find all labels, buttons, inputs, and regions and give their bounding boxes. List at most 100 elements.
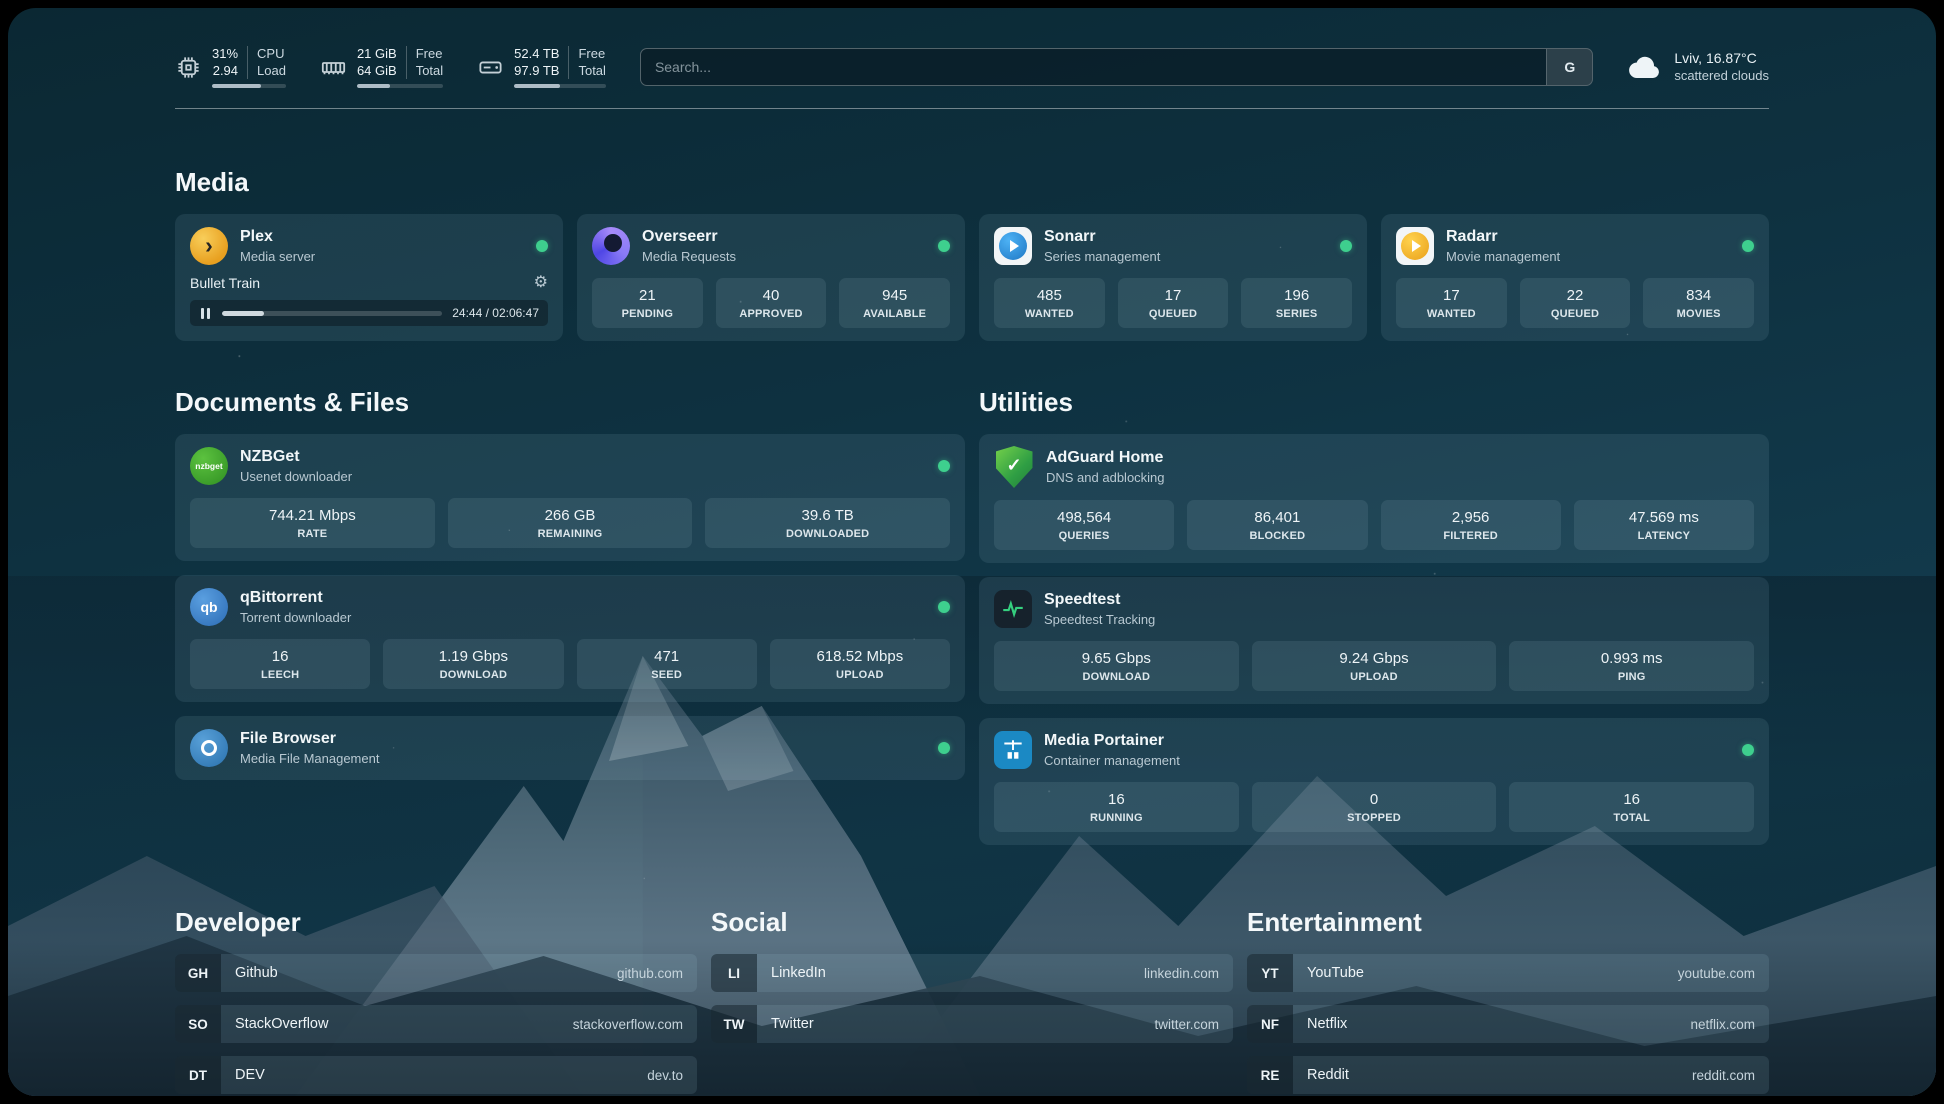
card-speedtest[interactable]: Speedtest Speedtest Tracking 9.65 Gbps D… <box>979 577 1769 704</box>
portainer-status-dot <box>1742 744 1754 756</box>
speedtest-desc: Speedtest Tracking <box>1044 612 1155 627</box>
stat-value: 471 <box>581 648 753 665</box>
bookmark-youtube[interactable]: YT YouTube youtube.com <box>1247 954 1769 992</box>
stat-label: UPLOAD <box>1256 671 1493 683</box>
stat-label: LATENCY <box>1578 530 1750 542</box>
qbittorrent-status-dot <box>938 601 950 613</box>
qbittorrent-logo-text: qb <box>200 599 217 615</box>
documents-heading: Documents & Files <box>175 387 965 418</box>
memory-value-2: 64 GiB <box>357 63 397 80</box>
stat-value: 618.52 Mbps <box>774 648 946 665</box>
bookmark-linkedin[interactable]: LI LinkedIn linkedin.com <box>711 954 1233 992</box>
card-portainer[interactable]: Media Portainer Container management 16 … <box>979 718 1769 845</box>
stat-label: LEECH <box>194 669 366 681</box>
bookmark-name: Reddit <box>1293 1067 1349 1083</box>
bookmark-twitter[interactable]: TW Twitter twitter.com <box>711 1005 1233 1043</box>
stat-label: PING <box>1513 671 1750 683</box>
stat-value: 16 <box>1513 791 1750 808</box>
bookmark-dev[interactable]: DT DEV dev.to <box>175 1056 697 1094</box>
disk-icon <box>477 54 504 81</box>
nzbget-name: NZBGet <box>240 448 352 466</box>
stat-stopped: 0 STOPPED <box>1252 782 1497 832</box>
stat-label: RATE <box>194 528 431 540</box>
cpu-widget: 31% 2.94 CPU Load <box>175 46 286 89</box>
bookmark-url: twitter.com <box>1154 1017 1233 1032</box>
stat-label: BLOCKED <box>1191 530 1363 542</box>
bookmark-url: github.com <box>617 966 697 981</box>
section-entertainment: Entertainment YT YouTube youtube.com NF … <box>1247 907 1769 1094</box>
media-heading: Media <box>175 167 1769 198</box>
card-qbittorrent[interactable]: qb qBittorrent Torrent downloader 16 LEE… <box>175 575 965 702</box>
qbittorrent-icon: qb <box>190 588 228 626</box>
card-radarr[interactable]: Radarr Movie management 17 WANTED 22 QUE… <box>1381 214 1769 341</box>
cpu-label-1: CPU <box>257 46 286 63</box>
overseerr-icon <box>592 227 630 265</box>
filebrowser-status-dot <box>938 742 950 754</box>
gear-icon[interactable]: ⚙ <box>534 275 548 291</box>
stat-value: 16 <box>998 791 1235 808</box>
bookmark-reddit[interactable]: RE Reddit reddit.com <box>1247 1056 1769 1094</box>
utilities-heading: Utilities <box>979 387 1769 418</box>
stat-queued: 22 QUEUED <box>1520 278 1631 328</box>
plex-player-strip: 24:44 / 02:06:47 <box>190 300 548 326</box>
sonarr-icon <box>994 227 1032 265</box>
portainer-desc: Container management <box>1044 753 1180 768</box>
stat-value: 196 <box>1245 287 1348 304</box>
stat-label: STOPPED <box>1256 812 1493 824</box>
stat-label: DOWNLOADED <box>709 528 946 540</box>
bookmark-name: DEV <box>221 1067 265 1083</box>
sonarr-desc: Series management <box>1044 249 1160 264</box>
bookmark-abbr: SO <box>175 1005 221 1043</box>
stat-upload: 9.24 Gbps UPLOAD <box>1252 641 1497 691</box>
card-sonarr[interactable]: Sonarr Series management 485 WANTED 17 Q… <box>979 214 1367 341</box>
plex-progress-fill <box>222 311 264 316</box>
plex-progress-track[interactable] <box>222 311 442 316</box>
stat-value: 17 <box>1122 287 1225 304</box>
stat-value: 22 <box>1524 287 1627 304</box>
bookmark-stackoverflow[interactable]: SO StackOverflow stackoverflow.com <box>175 1005 697 1043</box>
portainer-name: Media Portainer <box>1044 732 1180 750</box>
card-plex[interactable]: › Plex Media server Bullet Train ⚙ <box>175 214 563 341</box>
disk-progress-track <box>514 84 606 88</box>
weather-location: Lviv, 16.87°C <box>1674 49 1769 67</box>
stat-latency: 47.569 ms LATENCY <box>1574 500 1754 550</box>
memory-label-2: Total <box>416 63 443 80</box>
stat-value: 945 <box>843 287 946 304</box>
bookmark-netflix[interactable]: NF Netflix netflix.com <box>1247 1005 1769 1043</box>
qbittorrent-name: qBittorrent <box>240 589 351 607</box>
weather-condition: scattered clouds <box>1674 68 1769 85</box>
stat-label: FILTERED <box>1385 530 1557 542</box>
stat-label: DOWNLOAD <box>387 669 559 681</box>
bookmark-url: youtube.com <box>1678 966 1769 981</box>
stat-ping: 0.993 ms PING <box>1509 641 1754 691</box>
stat-movies: 834 MOVIES <box>1643 278 1754 328</box>
stat-pending: 21 PENDING <box>592 278 703 328</box>
memory-icon <box>320 54 347 81</box>
search-input[interactable] <box>641 59 1546 75</box>
card-filebrowser[interactable]: File Browser Media File Management <box>175 716 965 780</box>
search-engine-button[interactable]: G <box>1546 49 1592 85</box>
section-media: Media › Plex Media server <box>175 167 1769 341</box>
disk-progress-fill <box>514 84 560 88</box>
bookmark-name: Netflix <box>1293 1016 1347 1032</box>
card-nzbget[interactable]: nzbget NZBGet Usenet downloader 744.21 M… <box>175 434 965 561</box>
stat-value: 39.6 TB <box>709 507 946 524</box>
stat-blocked: 86,401 BLOCKED <box>1187 500 1367 550</box>
radarr-desc: Movie management <box>1446 249 1560 264</box>
stat-value: 2,956 <box>1385 509 1557 526</box>
section-documents: Documents & Files nzbget NZBGet Usenet d… <box>175 387 965 845</box>
stat-label: APPROVED <box>720 308 823 320</box>
nzbget-logo-text: nzbget <box>195 461 222 471</box>
sonarr-name: Sonarr <box>1044 228 1160 246</box>
disk-value-1: 52.4 TB <box>514 46 559 63</box>
dashboard-screen: 31% 2.94 CPU Load <box>8 8 1936 1096</box>
stat-upload: 618.52 Mbps UPLOAD <box>770 639 950 689</box>
bookmark-abbr: GH <box>175 954 221 992</box>
card-overseerr[interactable]: Overseerr Media Requests 21 PENDING 40 A… <box>577 214 965 341</box>
stat-label: MOVIES <box>1647 308 1750 320</box>
bookmark-github[interactable]: GH Github github.com <box>175 954 697 992</box>
stat-value: 0.993 ms <box>1513 650 1750 667</box>
pause-button[interactable] <box>199 306 212 321</box>
stat-value: 1.19 Gbps <box>387 648 559 665</box>
card-adguard[interactable]: ✓ AdGuard Home DNS and adblocking 498,56… <box>979 434 1769 563</box>
